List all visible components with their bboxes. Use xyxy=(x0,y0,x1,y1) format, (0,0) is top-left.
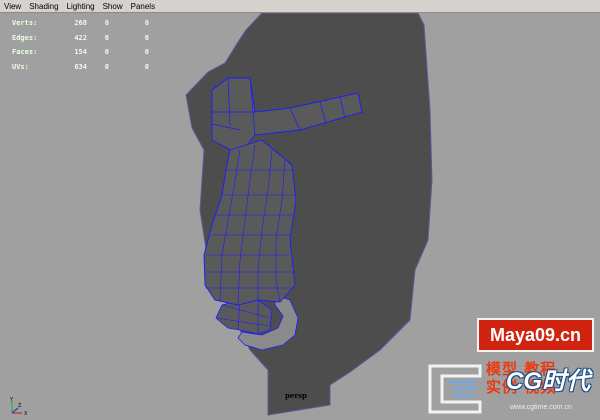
axis-label-x: X xyxy=(24,411,28,417)
axis-label-y: Y xyxy=(9,397,14,403)
watermark-logo-icon xyxy=(428,364,482,414)
watermark-url-text: www.cgtime.com.cn xyxy=(510,404,572,411)
lip-wire xyxy=(215,299,273,335)
menu-view[interactable]: View xyxy=(0,0,25,13)
hud-row-edges: Edges: 422 0 0 xyxy=(12,33,149,42)
axis-label-z: Z xyxy=(18,403,22,409)
menu-lighting[interactable]: Lighting xyxy=(63,0,99,13)
maya-window: View Shading Lighting Show Panels Verts:… xyxy=(0,0,600,420)
hud-row-faces: Faces: 154 0 0 xyxy=(12,48,149,56)
poly-count-hud: Verts: 268 0 0 Edges: 422 0 0 Faces: 154… xyxy=(12,16,149,74)
scene-canvas[interactable] xyxy=(0,13,600,420)
hud-row-uvs: UVs: 634 0 0 xyxy=(12,62,149,71)
menu-shading[interactable]: Shading xyxy=(25,0,62,13)
menu-show[interactable]: Show xyxy=(99,0,127,13)
hud-row-verts: Verts: 268 0 0 xyxy=(12,19,149,27)
perspective-viewport[interactable]: Verts: 268 0 0 Edges: 422 0 0 Faces: 154… xyxy=(0,13,600,420)
camera-name-label: persp xyxy=(285,391,307,400)
axis-gizmo-icon: Y X Z xyxy=(9,397,28,417)
watermark-brand-text: CG时代 xyxy=(506,368,590,395)
watermark-site-badge: Maya09.cn xyxy=(477,318,594,352)
menu-panels[interactable]: Panels xyxy=(127,0,159,13)
menu-bar: View Shading Lighting Show Panels xyxy=(0,0,600,13)
